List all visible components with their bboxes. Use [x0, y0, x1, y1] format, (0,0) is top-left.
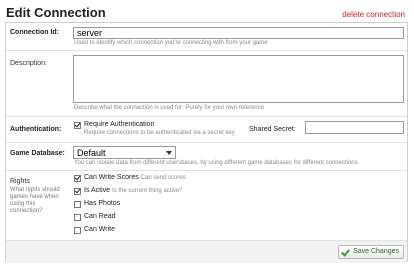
shared-secret-input[interactable]: [305, 121, 404, 134]
game-database-hint: You can isolate data from different user…: [74, 160, 360, 166]
has-photos-checkbox[interactable]: [74, 201, 81, 208]
is-active-option: Is Active Is the current thing active?: [84, 187, 182, 194]
connection-id-input[interactable]: [73, 27, 404, 39]
can-write-scores-option: Can Write Scores Can send scores: [84, 174, 186, 181]
shared-secret-label: Shared Secret:: [249, 126, 296, 133]
game-database-select[interactable]: Default: [73, 146, 176, 159]
can-write-scores-desc: Can send scores: [140, 175, 186, 181]
connection-id-label: Connection Id:: [10, 29, 59, 36]
game-database-selected: Default: [77, 148, 106, 158]
save-changes-label: Save Changes: [353, 248, 399, 255]
check-icon: [341, 247, 351, 257]
is-active-desc: Is the current thing active?: [112, 188, 183, 194]
require-authentication-checkbox[interactable]: [74, 122, 81, 129]
form-footer: Save Changes: [6, 240, 407, 263]
delete-connection-link[interactable]: delete connection: [342, 10, 405, 19]
authentication-label: Authentication:: [10, 126, 62, 133]
can-read-label: Can Read: [84, 213, 116, 220]
require-authentication-label: Require Authentication: [84, 121, 155, 128]
game-database-label: Game Database:: [10, 150, 65, 157]
page-title: Edit Connection: [6, 5, 106, 20]
authentication-hint: Require connections to be authenticated …: [84, 130, 235, 136]
edit-connection-form: Connection Id: Used to identify which co…: [5, 22, 408, 263]
has-photos-label: Has Photos: [84, 200, 121, 207]
save-changes-button[interactable]: Save Changes: [338, 245, 404, 259]
description-textarea[interactable]: [73, 55, 404, 103]
rights-label: Rights: [10, 178, 30, 185]
is-active-checkbox[interactable]: [74, 188, 81, 195]
connection-id-hint: Used to identify which connection you're…: [74, 40, 268, 46]
description-label: Description:: [10, 60, 47, 67]
divider: [6, 170, 407, 171]
rights-hint: What rights should games have when using…: [10, 187, 60, 214]
can-write-scores-checkbox[interactable]: [74, 175, 81, 182]
divider: [6, 116, 407, 117]
can-read-checkbox[interactable]: [74, 214, 81, 221]
can-write-scores-label: Can Write Scores: [84, 174, 139, 181]
chevron-down-icon: [166, 151, 172, 155]
can-write-label: Can Write: [84, 226, 115, 233]
divider: [6, 142, 407, 143]
divider: [6, 50, 407, 51]
description-hint: Describe what the connection is used for…: [74, 105, 265, 111]
can-write-checkbox[interactable]: [74, 227, 81, 234]
is-active-label: Is Active: [84, 187, 111, 194]
